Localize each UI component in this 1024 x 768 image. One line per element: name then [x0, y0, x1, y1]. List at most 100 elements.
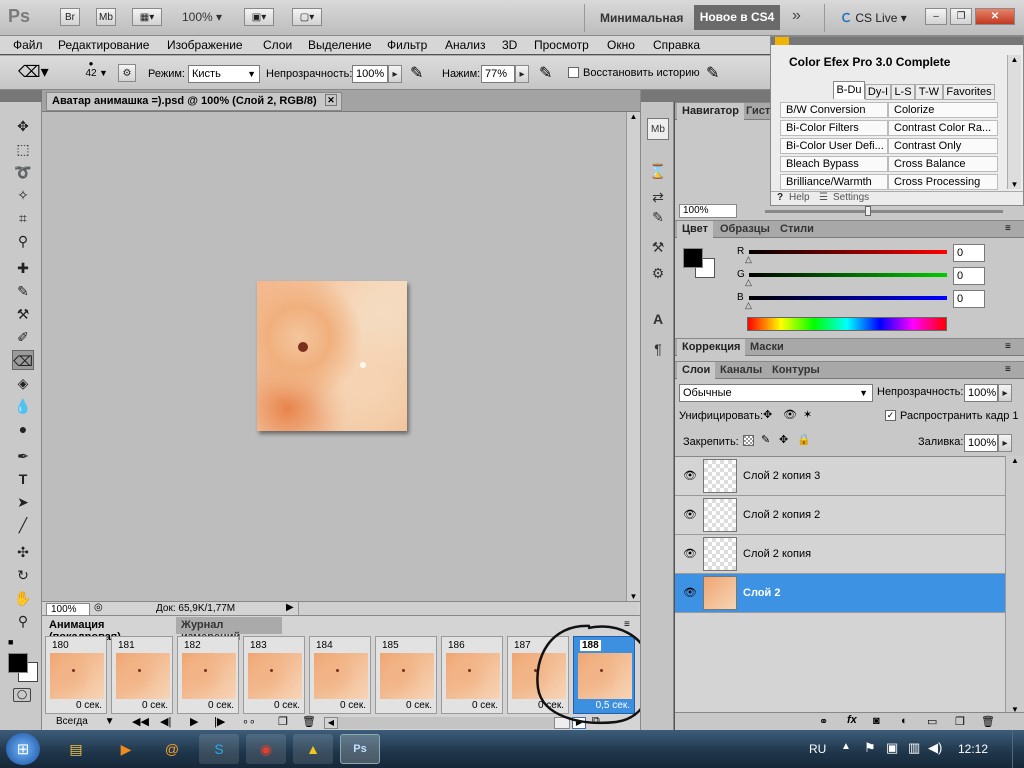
animation-frame[interactable]: 186 0 сек. [441, 636, 503, 714]
menu-window[interactable]: Окно [607, 38, 635, 52]
tab-paths[interactable]: Контуры [767, 362, 825, 379]
clock[interactable]: 12:12 [958, 742, 988, 756]
eraser-tool-icon[interactable]: ⌫ [12, 350, 34, 370]
minimize-button[interactable]: – [925, 8, 947, 25]
new-layer-icon[interactable]: ❐ [955, 715, 965, 728]
brush-presets-icon[interactable]: ✎ [647, 206, 669, 228]
settings-link[interactable]: Settings [833, 192, 869, 203]
color-efex-tab-dy-i[interactable]: Dy-I [865, 84, 891, 100]
bridge-button[interactable]: Br [60, 8, 80, 26]
menu-help[interactable]: Справка [653, 38, 700, 52]
color-efex-scrollbar[interactable]: ▲ ▼ [1007, 55, 1021, 189]
language-indicator[interactable]: RU [809, 742, 826, 756]
tray-show-hidden-icon[interactable]: ▲ [841, 741, 851, 752]
visibility-eye-icon[interactable]: 👁 [683, 586, 697, 599]
lasso-tool-icon[interactable]: ➰ [12, 162, 34, 182]
color-efex-tab-b-du[interactable]: B-Du [833, 81, 865, 99]
filter-item[interactable]: Cross Balance [888, 156, 998, 172]
layer-opacity-field[interactable]: 100% [964, 384, 998, 402]
layers-scrollbar[interactable]: ▲ ▼ [1005, 456, 1024, 716]
lock-pixels-icon[interactable]: ✎ [761, 433, 770, 446]
r-value[interactable]: 0 [953, 244, 985, 262]
layer-row-selected[interactable]: 👁 Слой 2 [675, 574, 1005, 613]
animation-frame[interactable]: 180 0 сек. [45, 636, 107, 714]
move-tool-icon[interactable]: ✥ [12, 116, 34, 136]
b-slider[interactable] [749, 296, 947, 300]
clone-stamp-tool-icon[interactable]: ⚒ [12, 304, 34, 324]
menu-view[interactable]: Просмотр [534, 38, 589, 52]
opacity-field[interactable]: 100% [352, 65, 388, 83]
history-brush-tool-icon[interactable]: ✐ [12, 327, 34, 347]
visibility-eye-icon[interactable]: 👁 [683, 469, 697, 482]
filter-item[interactable]: B/W Conversion [780, 102, 888, 118]
arrange-documents-button[interactable]: ▣▾ [244, 8, 274, 26]
quick-mask-icon[interactable]: ◯ [13, 688, 31, 702]
first-frame-icon[interactable]: ◀◀ [132, 715, 149, 728]
unify-style-icon[interactable]: ✶ [803, 408, 812, 421]
delete-layer-icon[interactable]: 🗑 [981, 715, 995, 728]
b-slider-thumb[interactable]: △ [745, 300, 752, 311]
tab-navigator[interactable]: Навигатор [677, 103, 744, 120]
layer-row[interactable]: 👁 Слой 2 копия [675, 535, 1005, 574]
scroll-up-icon[interactable]: ▲ [1008, 55, 1021, 64]
animation-frame[interactable]: 181 0 сек. [111, 636, 173, 714]
paint-bucket-tool-icon[interactable]: ◈ [12, 373, 34, 393]
close-button[interactable]: ✕ [975, 8, 1015, 25]
color-efex-tab-t-w[interactable]: T-W [915, 84, 943, 100]
propagate-frame-checkbox[interactable]: ✓ [885, 410, 896, 421]
animation-frame[interactable]: 183 0 сек. [243, 636, 305, 714]
scroll-down-icon[interactable]: ▼ [627, 592, 640, 601]
frame-delay[interactable]: 0 сек. [472, 700, 498, 711]
3d-orbit-tool-icon[interactable]: ↻ [12, 565, 34, 585]
navigator-zoom-thumb[interactable] [865, 206, 871, 216]
visibility-eye-icon[interactable]: 👁 [683, 508, 697, 521]
pressure-field[interactable]: 77% [481, 65, 515, 83]
filter-item[interactable]: Cross Processing [888, 174, 998, 190]
duplicate-frame-icon[interactable]: ❐ [278, 715, 288, 728]
restore-history-checkbox[interactable] [568, 67, 579, 78]
status-arrow-icon[interactable]: ▶ [286, 602, 294, 613]
filter-item[interactable]: Bi-Color User Defi... [780, 138, 888, 154]
lock-all-icon[interactable]: 🔒 [797, 433, 811, 446]
mail-taskbar-icon[interactable]: @ [152, 734, 192, 764]
filter-item[interactable]: Colorize [888, 102, 998, 118]
quick-selection-tool-icon[interactable]: ✧ [12, 185, 34, 205]
marquee-tool-icon[interactable]: ⬚ [12, 139, 34, 159]
play-icon[interactable]: ▶ [190, 715, 198, 728]
panel-menu-icon[interactable]: ≡ [1005, 223, 1011, 234]
frames-scrollbar[interactable] [338, 717, 554, 729]
close-tab-icon[interactable]: ✕ [325, 94, 337, 106]
new-group-icon[interactable]: ▭ [927, 715, 937, 728]
panel-menu-icon[interactable]: ≡ [1005, 364, 1011, 375]
hand-tool-icon[interactable]: ✋ [12, 588, 34, 608]
measurement-log-tab[interactable]: Журнал измерений [176, 617, 282, 643]
menu-edit[interactable]: Редактирование [58, 38, 149, 52]
display-tray-icon[interactable]: ▣ [886, 740, 898, 756]
unify-position-icon[interactable]: ✥ [763, 408, 772, 421]
type-tool-icon[interactable]: T [12, 469, 34, 489]
color-efex-tab-l-s[interactable]: L-S [891, 84, 915, 100]
animation-tab[interactable]: Анимация (покадровая) [44, 617, 175, 643]
media-player-taskbar-icon[interactable]: ▶ [106, 734, 146, 764]
aim-taskbar-icon[interactable]: ▲ [293, 734, 333, 764]
chrome-taskbar-icon[interactable]: ◉ [246, 734, 286, 764]
g-slider[interactable] [749, 273, 947, 277]
settings-icon[interactable]: ☰ [819, 192, 828, 203]
r-slider[interactable] [749, 250, 947, 254]
pressure-slider-toggle[interactable]: ▸ [515, 65, 529, 83]
tab-layers[interactable]: Слои [677, 362, 716, 379]
add-mask-icon[interactable]: ◙ [873, 715, 880, 727]
animation-frame[interactable]: 182 0 сек. [177, 636, 239, 714]
brush-dropdown-icon[interactable]: ▼ [99, 68, 108, 78]
menu-layers[interactable]: Слои [263, 38, 292, 52]
color-fg-swatch[interactable] [683, 248, 703, 268]
status-menu-icon[interactable]: ◎ [94, 602, 103, 613]
tween-icon[interactable]: ∘∘ [242, 715, 256, 728]
visibility-eye-icon[interactable]: 👁 [683, 547, 697, 560]
filter-item[interactable]: Contrast Color Ra... [888, 120, 998, 136]
color-ramp[interactable] [747, 317, 947, 331]
loop-options-select[interactable]: Всегда ▼ [56, 716, 115, 727]
tab-masks[interactable]: Маски [745, 339, 789, 356]
layer-row[interactable]: 👁 Слой 2 копия 3 [675, 457, 1005, 496]
zoom-level-select[interactable]: 100% ▾ [182, 10, 222, 24]
